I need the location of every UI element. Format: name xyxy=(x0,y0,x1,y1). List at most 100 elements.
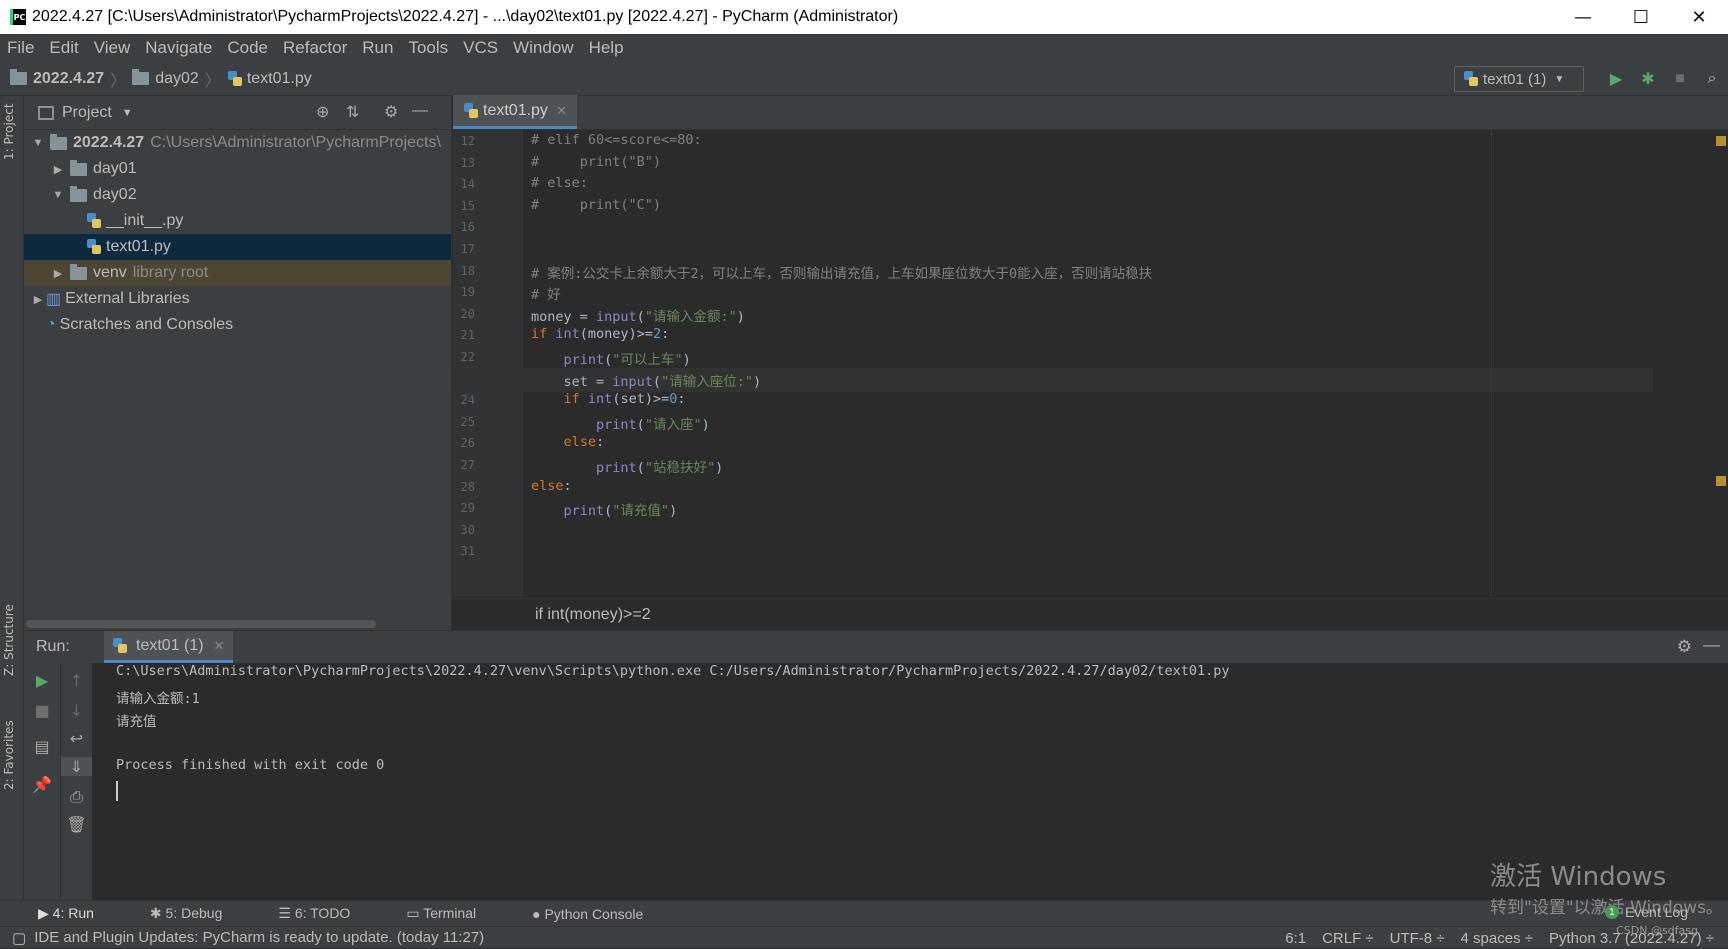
menu-run[interactable]: Run xyxy=(355,38,401,58)
code-line[interactable]: if int(set)>=0: xyxy=(531,391,686,407)
tree-item[interactable]: ▼ day02 xyxy=(24,182,451,208)
code-line[interactable]: set = input("请输入座位:") xyxy=(531,370,762,390)
breadcrumb-project[interactable]: 2022.4.27 xyxy=(33,70,104,88)
python-file-icon xyxy=(86,213,102,229)
trash-icon[interactable]: 🗑 xyxy=(61,815,92,834)
event-log-label: Event Log xyxy=(1624,904,1688,920)
console-output[interactable]: C:\Users\Administrator\PycharmProjects\2… xyxy=(116,663,1230,804)
print-icon[interactable]: ⎙ xyxy=(61,787,92,807)
stop-icon[interactable]: ■ xyxy=(1664,70,1696,88)
code-line[interactable]: print("请充值") xyxy=(531,499,678,519)
breadcrumb-file[interactable]: text01.py xyxy=(247,70,312,88)
menu-edit[interactable]: Edit xyxy=(42,38,86,58)
horizontal-scrollbar[interactable] xyxy=(26,620,376,628)
warning-stripe-icon[interactable] xyxy=(1716,136,1726,146)
stop-icon[interactable]: ■ xyxy=(24,701,60,720)
menu-window[interactable]: Window xyxy=(506,38,581,58)
menu-code[interactable]: Code xyxy=(220,38,276,58)
arrow-up-icon[interactable]: ↑ xyxy=(61,671,92,690)
chevron-down-icon[interactable]: ▼ xyxy=(30,137,46,149)
code-line[interactable]: if int(money)>=2: xyxy=(531,326,669,342)
close-button[interactable]: ✕ xyxy=(1670,0,1728,34)
run-tab[interactable]: text01 (1) ✕ xyxy=(104,631,233,663)
event-log-button[interactable]: 1 Event Log xyxy=(1604,904,1688,920)
debug-icon[interactable]: ✱ xyxy=(1632,69,1664,89)
soft-wrap-icon[interactable]: ↩ xyxy=(61,729,92,748)
tab-text01-py[interactable]: text01.py ✕ xyxy=(453,95,577,129)
tree-item[interactable]: ▶ venv library root xyxy=(24,260,451,286)
chevron-right-icon[interactable]: ▶ xyxy=(50,267,66,280)
python-console-toolwindow-button[interactable]: ● Python Console xyxy=(532,906,671,922)
code-line[interactable]: money = input("请输入金额:") xyxy=(531,305,745,325)
code-line[interactable]: else: xyxy=(531,434,605,450)
code-content[interactable]: # elif 60<=score<=80: # print("B") # else:… xyxy=(453,130,1728,596)
tree-item[interactable]: ▼ 2022.4.27 C:\Users\Administrator\Pycharm… xyxy=(24,130,451,156)
scroll-to-end-icon[interactable]: ⇓ xyxy=(61,757,92,776)
menu-file[interactable]: File xyxy=(0,38,42,58)
run-icon[interactable]: ▶ xyxy=(1600,69,1632,89)
project-panel-title[interactable]: Project xyxy=(62,104,112,122)
minimize-button[interactable]: — xyxy=(1554,0,1612,34)
caret-position[interactable]: 6:1 xyxy=(1285,930,1306,947)
tree-item[interactable]: text01.py xyxy=(24,234,451,260)
debug-toolwindow-button[interactable]: ✱ 5: Debug xyxy=(150,905,250,922)
menu-navigate[interactable]: Navigate xyxy=(138,38,220,58)
code-breadcrumb[interactable]: if int(money)>=2 xyxy=(535,606,651,624)
gear-icon[interactable]: ⚙ xyxy=(1677,637,1692,657)
run-configuration-select[interactable]: text01 (1) ▼ xyxy=(1454,66,1584,92)
code-line[interactable]: # elif 60<=score<=80: xyxy=(531,132,702,148)
console-input-line[interactable] xyxy=(116,780,1230,805)
menu-refactor[interactable]: Refactor xyxy=(276,38,355,58)
tree-item[interactable]: ◔ Scratches and Consoles xyxy=(24,312,451,338)
chevron-right-icon[interactable]: ▶ xyxy=(50,163,66,176)
chevron-down-icon[interactable]: ▼ xyxy=(50,189,66,201)
maximize-button[interactable]: ☐ xyxy=(1612,0,1670,34)
chevron-right-icon[interactable]: ▶ xyxy=(30,293,46,306)
warning-stripe-icon[interactable] xyxy=(1716,476,1726,486)
code-line[interactable]: else: xyxy=(531,478,572,494)
menu-tools[interactable]: Tools xyxy=(401,38,456,58)
tree-item[interactable]: __init__.py xyxy=(24,208,451,234)
line-number: 25 xyxy=(460,414,475,429)
close-icon[interactable]: ✕ xyxy=(556,103,567,119)
code-line[interactable]: print("可以上车") xyxy=(531,348,691,368)
menu-help[interactable]: Help xyxy=(582,38,632,58)
tree-item[interactable]: ▶ ▥ External Libraries xyxy=(24,286,451,312)
search-icon[interactable]: ⌕ xyxy=(1696,70,1728,88)
status-toggle-icon[interactable]: ▢ xyxy=(12,929,26,947)
hide-icon[interactable]: — xyxy=(1703,635,1720,655)
terminal-toolwindow-button[interactable]: ▭ Terminal xyxy=(406,905,504,922)
tree-item[interactable]: ▶ day01 xyxy=(24,156,451,182)
rerun-icon[interactable]: ▶ xyxy=(24,671,60,690)
menu-view[interactable]: View xyxy=(87,38,139,58)
code-line[interactable]: # 案例:公交卡上余额大于2，可以上车，否则输出请充值，上车如果座位数大于0能入… xyxy=(531,262,1152,282)
editor-scrollbar[interactable] xyxy=(1714,130,1728,596)
locate-icon[interactable]: ⊕ xyxy=(316,102,329,122)
todo-toolwindow-button[interactable]: ☰ 6: TODO xyxy=(278,905,378,922)
code-line[interactable]: # print("C") xyxy=(531,197,661,213)
run-toolwindow-button[interactable]: ▶ 4: Run xyxy=(38,905,122,922)
status-message[interactable]: IDE and Plugin Updates: PyCharm is ready… xyxy=(34,929,484,946)
menu-vcs[interactable]: VCS xyxy=(456,38,506,58)
tab-project[interactable]: 1: Project xyxy=(2,103,16,160)
indent-setting[interactable]: 4 spaces ÷ xyxy=(1461,930,1533,947)
code-line[interactable]: # else: xyxy=(531,175,588,191)
close-icon[interactable]: ✕ xyxy=(214,638,225,654)
arrow-down-icon[interactable]: ↓ xyxy=(61,701,92,720)
tab-structure[interactable]: Z: Structure xyxy=(2,604,16,676)
pin-icon[interactable]: 📌 xyxy=(24,775,60,794)
line-separator[interactable]: CRLF ÷ xyxy=(1322,930,1374,947)
chevron-down-icon[interactable]: ▼ xyxy=(122,107,133,119)
hide-icon[interactable]: — xyxy=(412,102,428,120)
code-line[interactable]: # print("B") xyxy=(531,154,661,170)
layout-icon[interactable]: ▤ xyxy=(24,737,60,756)
code-line[interactable]: print("请入座") xyxy=(531,413,710,433)
file-encoding[interactable]: UTF-8 ÷ xyxy=(1390,930,1445,947)
collapse-icon[interactable]: ⇅ xyxy=(346,102,359,122)
tab-favorites[interactable]: 2: Favorites xyxy=(2,720,16,790)
left-tool-stripe: 1: Project Z: Structure 2: Favorites xyxy=(0,96,24,912)
code-line[interactable]: print("站稳扶好") xyxy=(531,456,723,476)
breadcrumb-folder[interactable]: day02 xyxy=(155,70,199,88)
gear-icon[interactable]: ⚙ xyxy=(384,102,398,122)
code-line[interactable]: # 好 xyxy=(531,283,561,303)
